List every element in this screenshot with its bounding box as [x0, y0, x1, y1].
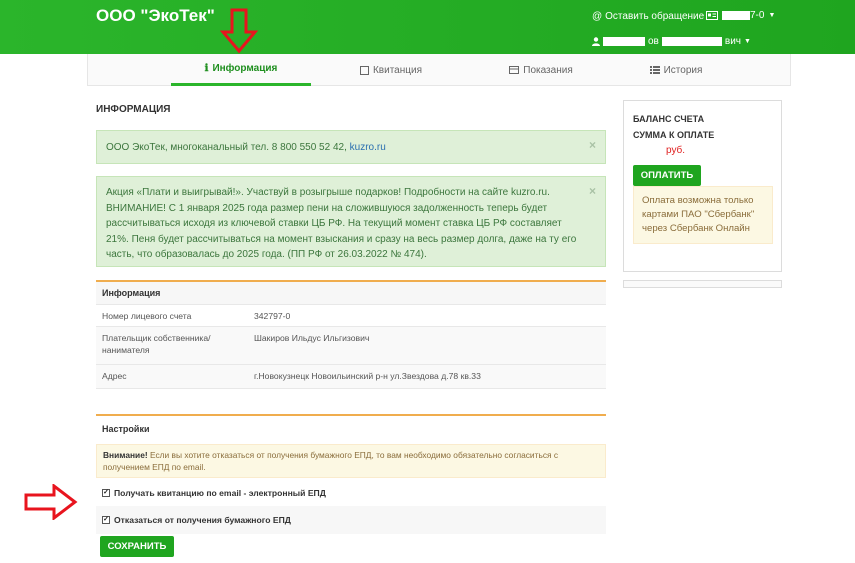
- row-value: Шакиров Ильдус Ильгизович: [254, 333, 370, 343]
- account-number-suffix: 7-0: [750, 10, 765, 21]
- settings-panel: Настройки Внимание! Если вы хотите отказ…: [96, 414, 606, 534]
- contact-text: ООО ЭкоТек, многоканальный тел. 8 800 55…: [106, 142, 350, 153]
- row-label: Адрес: [102, 371, 127, 381]
- email-option[interactable]: ✓ Получать квитанцию по email - электрон…: [96, 480, 606, 506]
- user-icon: [592, 37, 600, 46]
- tab-readings[interactable]: Показания: [471, 54, 611, 86]
- tab-bar: ℹ Информация Квитанция Показания История: [87, 54, 791, 86]
- tab-history-label: История: [663, 64, 703, 76]
- save-button[interactable]: СОХРАНИТЬ: [100, 536, 174, 557]
- chevron-down-icon: ▼: [743, 38, 751, 45]
- promo-text: Акция «Плати и выигрывай!». Участвуй в р…: [106, 187, 577, 260]
- appeal-link[interactable]: @ Оставить обращение: [592, 11, 704, 22]
- meter-icon: [509, 66, 520, 74]
- user-menu[interactable]: ов вич ▼: [592, 36, 751, 47]
- tab-history[interactable]: История: [601, 54, 751, 86]
- close-icon[interactable]: ×: [589, 138, 596, 154]
- close-icon[interactable]: ×: [589, 184, 596, 200]
- row-label: Плательщик собственника/ нанимателя: [102, 333, 211, 355]
- chevron-down-icon: ▼: [768, 12, 776, 19]
- receipt-icon: [359, 65, 369, 75]
- site-link[interactable]: kuzro.ru: [350, 142, 386, 153]
- settings-warning: Внимание! Если вы хотите отказаться от п…: [96, 444, 606, 478]
- pay-button[interactable]: ОПЛАТИТЬ: [633, 165, 701, 186]
- arrow-right-icon: [24, 484, 78, 520]
- paper-option-label: Отказаться от получения бумажного ЕПД: [114, 515, 291, 525]
- paper-option[interactable]: ✓ Отказаться от получения бумажного ЕПД: [96, 506, 606, 534]
- contact-alert: ООО ЭкоТек, многоканальный тел. 8 800 55…: [96, 130, 606, 164]
- tab-receipt[interactable]: Квитанция: [321, 54, 461, 86]
- settings-panel-title: Настройки: [96, 416, 606, 440]
- email-option-label: Получать квитанцию по email - электронны…: [114, 488, 326, 498]
- balance-card: БАЛАНС СЧЕТА СУММА К ОПЛАТЕ руб. ОПЛАТИТ…: [623, 100, 782, 272]
- warning-text: Если вы хотите отказаться от получения б…: [103, 450, 559, 472]
- table-row: Плательщик собственника/ нанимателя Шаки…: [96, 327, 606, 365]
- tab-receipt-label: Квитанция: [372, 64, 422, 76]
- payment-note: Оплата возможна только картами ПАО "Сбер…: [633, 186, 773, 244]
- appeal-label: Оставить обращение: [605, 11, 705, 22]
- table-row: Номер лицевого счета 342797-0: [96, 305, 606, 327]
- top-bar: ООО "ЭкоТек" @ Оставить обращение 7-0 ▼ …: [0, 0, 855, 54]
- table-row: Адрес г.Новокузнецк Новоильинский р-н ул…: [96, 365, 606, 389]
- tab-info[interactable]: ℹ Информация: [171, 54, 311, 86]
- currency-label: руб.: [666, 145, 686, 156]
- redacted-name: [603, 37, 645, 46]
- id-card-icon: [706, 11, 718, 20]
- at-icon: @: [592, 11, 603, 22]
- sidebar-divider: [623, 280, 782, 288]
- page-title: ИНФОРМАЦИЯ: [96, 104, 171, 115]
- account-selector[interactable]: 7-0 ▼: [706, 10, 775, 21]
- warning-bold: Внимание!: [103, 450, 148, 460]
- info-icon: ℹ: [204, 63, 209, 74]
- list-icon: [649, 66, 660, 74]
- sum-label: СУММА К ОПЛАТЕ: [633, 130, 715, 140]
- user-name-end: вич: [724, 36, 741, 47]
- row-value: 342797-0: [254, 311, 291, 321]
- info-panel-title: Информация: [96, 282, 606, 305]
- user-name-part: ов: [648, 36, 659, 47]
- tab-readings-label: Показания: [523, 64, 573, 76]
- tab-info-label: Информация: [212, 63, 278, 74]
- redacted-name-2: [661, 37, 722, 46]
- info-panel: Информация Номер лицевого счета 342797-0…: [96, 280, 606, 389]
- row-label: Номер лицевого счета: [102, 311, 192, 321]
- email-checkbox[interactable]: ✓: [102, 489, 110, 497]
- arrow-down-icon: [220, 8, 258, 54]
- redacted-account: [722, 11, 750, 20]
- paper-checkbox[interactable]: ✓: [102, 516, 110, 524]
- promo-alert: Акция «Плати и выигрывай!». Участвуй в р…: [96, 176, 606, 267]
- balance-label: БАЛАНС СЧЕТА: [633, 114, 705, 124]
- brand-logo[interactable]: ООО "ЭкоТек": [96, 6, 215, 26]
- row-value: г.Новокузнецк Новоильинский р-н ул.Звезд…: [254, 371, 481, 381]
